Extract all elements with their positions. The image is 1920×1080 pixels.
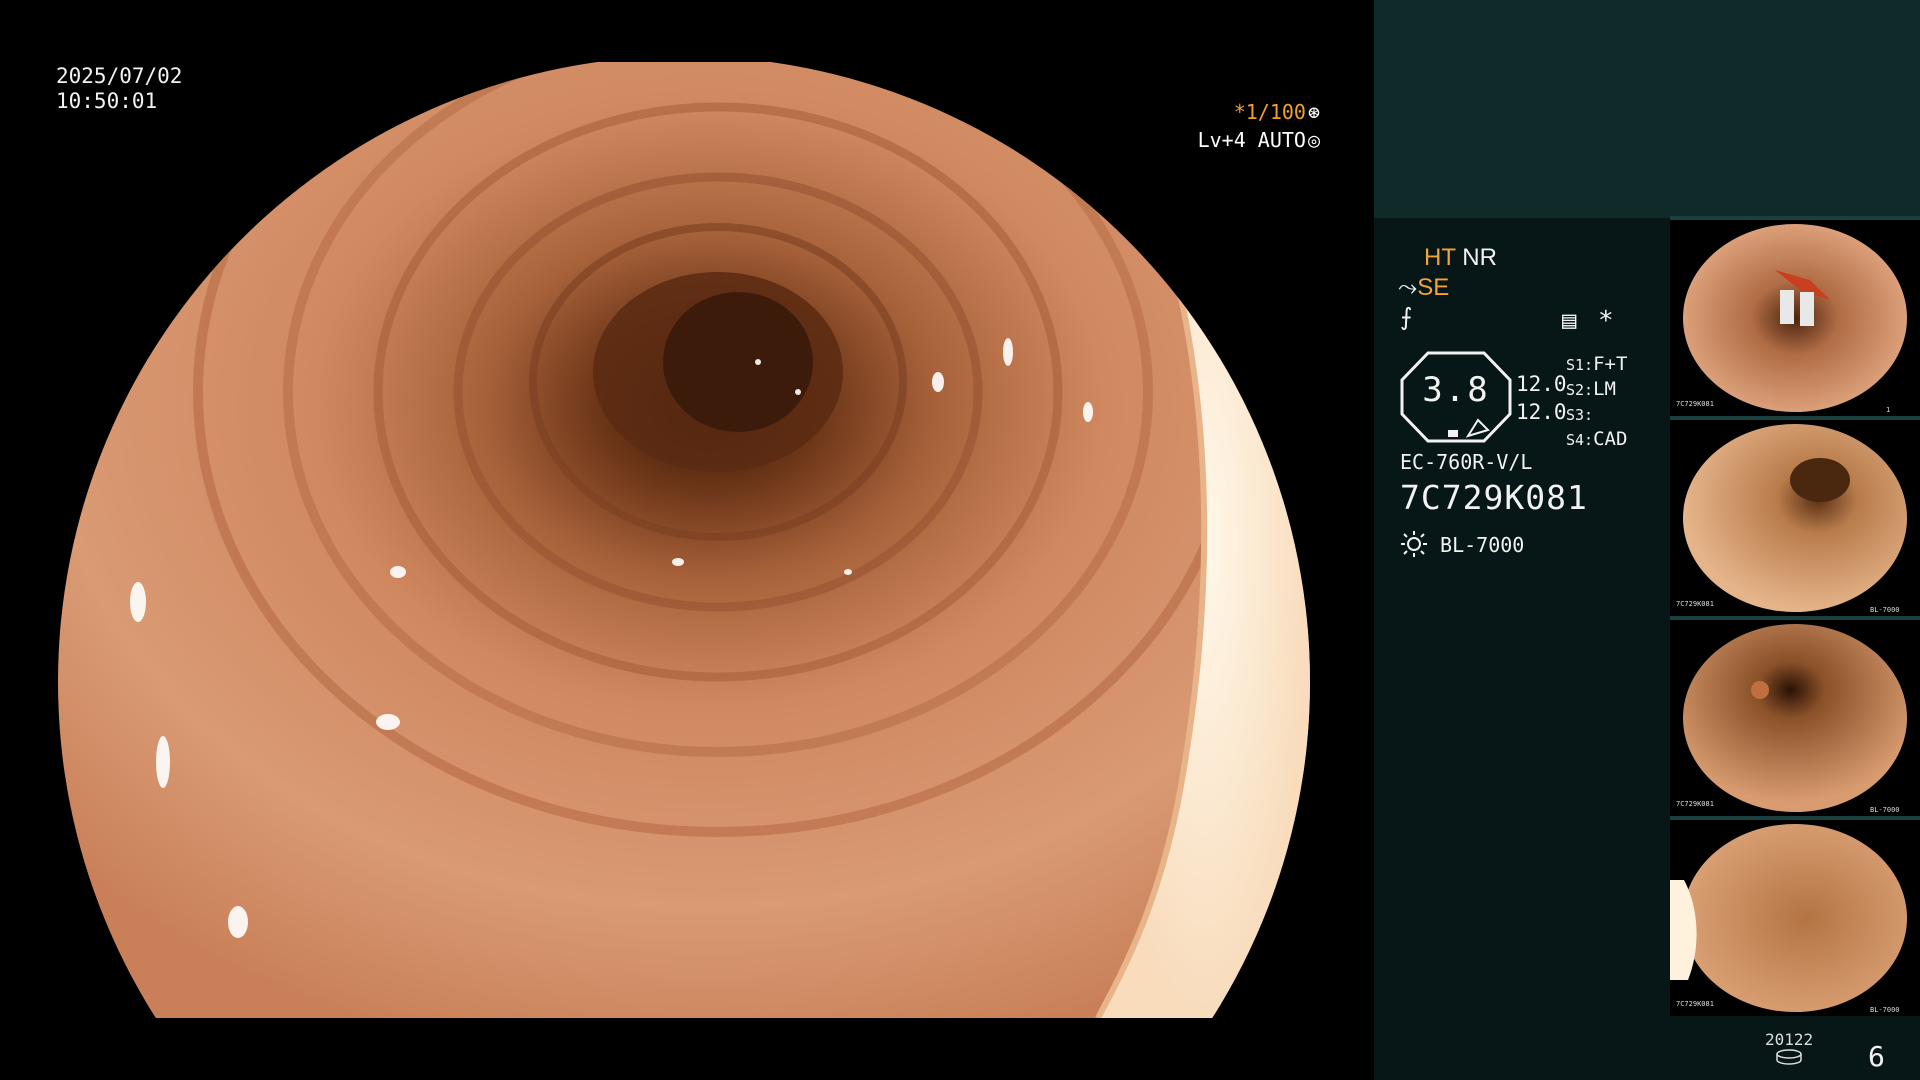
curve-icon: ⨍ (1400, 304, 1413, 331)
thumbnail-4[interactable]: 7C729K081 BL-7000 (1670, 816, 1920, 1016)
aperture-icon: ⊛ (1307, 100, 1320, 124)
thumbnail-1-index: 1 (1886, 406, 1891, 414)
s2-value: LM (1593, 378, 1616, 400)
s1-row: S1:F+T (1566, 352, 1627, 378)
thumbnail-3-id: 7C729K081 (1676, 800, 1714, 808)
setting-value-1: 12.0 (1516, 372, 1567, 396)
endoscope-live-view (58, 62, 1310, 1018)
brightness-octagon: 3.8 (1398, 350, 1514, 444)
thumbnail-3[interactable]: 7C729K081 BL-7000 (1670, 616, 1920, 816)
scope-serial: 7C729K081 (1400, 478, 1588, 517)
shutter-text: *1/100 (1233, 100, 1306, 124)
s3-row: S3: (1566, 402, 1593, 428)
thumbnail-2-source: BL-7000 (1870, 606, 1900, 614)
thumbnail-2-id: 7C729K081 (1676, 600, 1714, 608)
auto-iris-icon: ◎ (1307, 128, 1320, 152)
page-number: 6 (1868, 1040, 1885, 1073)
s4-label: S4: (1566, 431, 1594, 449)
light-source-label: BL-7000 (1440, 533, 1525, 557)
storage-counter: 20122 (1765, 1030, 1813, 1069)
mode-row-se: ⤳SE (1398, 274, 1449, 302)
setting-value-2: 12.0 (1516, 400, 1567, 424)
light-source-row: BL-7000 (1400, 530, 1524, 558)
ht-mode-label: HT (1424, 244, 1456, 271)
sun-icon (1400, 531, 1440, 557)
menu-icon: ▤ (1562, 306, 1577, 334)
se-icon: ⤳ (1398, 274, 1418, 301)
thumbnail-4-source: BL-7000 (1870, 1006, 1900, 1014)
octagon-value: 3.8 (1422, 370, 1490, 410)
mode-row-curve: ⨍ (1400, 304, 1413, 332)
s3-label: S3: (1566, 406, 1594, 424)
s1-value: F+T (1593, 353, 1628, 375)
nr-mode-label: NR (1462, 244, 1497, 271)
s2-label: S2: (1566, 381, 1594, 399)
s4-value: CAD (1593, 428, 1628, 450)
s2-row: S2:LM (1566, 377, 1616, 403)
thumbnail-2[interactable]: 7C729K081 BL-7000 (1670, 416, 1920, 616)
s4-row: S4:CAD (1566, 427, 1627, 453)
storage-icon (1765, 1049, 1813, 1069)
s1-label: S1: (1566, 356, 1594, 374)
thumbnail-3-source: BL-7000 (1870, 806, 1900, 814)
star-icon: * (1598, 306, 1614, 336)
mode-row-ht-nr: HT NR (1424, 244, 1497, 272)
brightness-level-text: Lv+4 AUTO (1197, 128, 1306, 152)
scope-model: EC-760R-V/L (1400, 450, 1533, 474)
exposure-overlay: *1/100 ⊛ Lv+4 AUTO ◎ (1198, 98, 1320, 154)
se-mode-label: SE (1417, 274, 1450, 301)
info-panel-header (1374, 0, 1920, 218)
storage-count: 20122 (1765, 1030, 1814, 1049)
thumbnail-4-id: 7C729K081 (1676, 1000, 1714, 1008)
thumbnail-1-id: 7C729K081 (1676, 400, 1714, 408)
thumbnail-1[interactable]: 7C729K081 1 (1670, 216, 1920, 416)
